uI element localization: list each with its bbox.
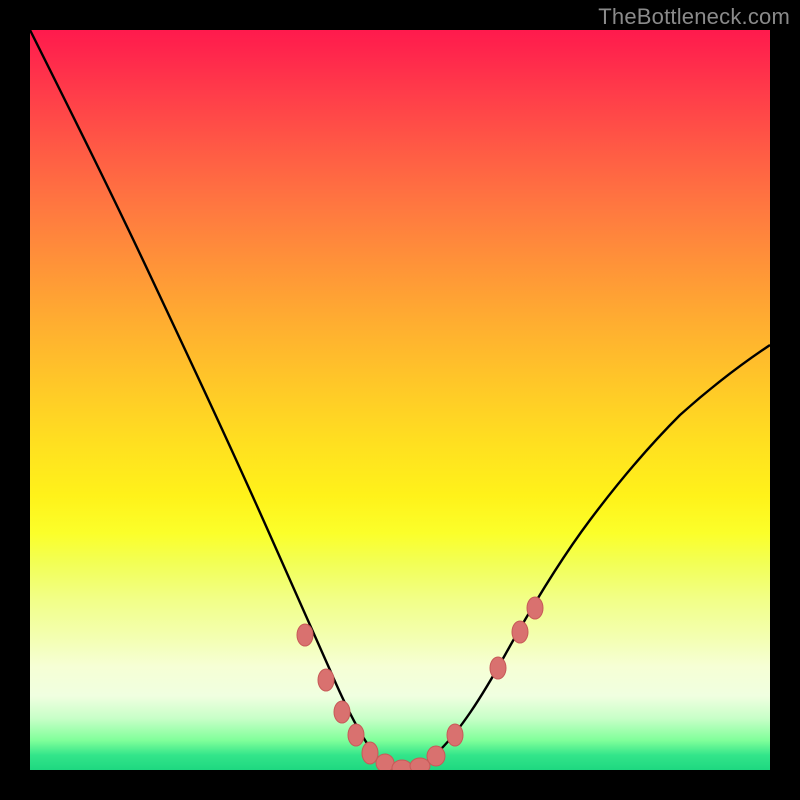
curve-marker — [392, 760, 412, 770]
curve-marker — [527, 597, 543, 619]
curve-marker — [362, 742, 378, 764]
curve-marker — [348, 724, 364, 746]
chart-frame: TheBottleneck.com — [0, 0, 800, 800]
curve-marker — [447, 724, 463, 746]
watermark-text: TheBottleneck.com — [598, 4, 790, 30]
curve-marker — [318, 669, 334, 691]
marker-group — [297, 597, 543, 770]
curve-marker — [376, 754, 394, 770]
curve-marker — [427, 746, 445, 766]
curve-svg — [30, 30, 770, 770]
curve-marker — [297, 624, 313, 646]
bottleneck-curve-path — [30, 30, 770, 770]
curve-marker — [512, 621, 528, 643]
chart-plot-area — [30, 30, 770, 770]
curve-marker — [410, 758, 430, 770]
curve-marker — [334, 701, 350, 723]
curve-marker — [490, 657, 506, 679]
